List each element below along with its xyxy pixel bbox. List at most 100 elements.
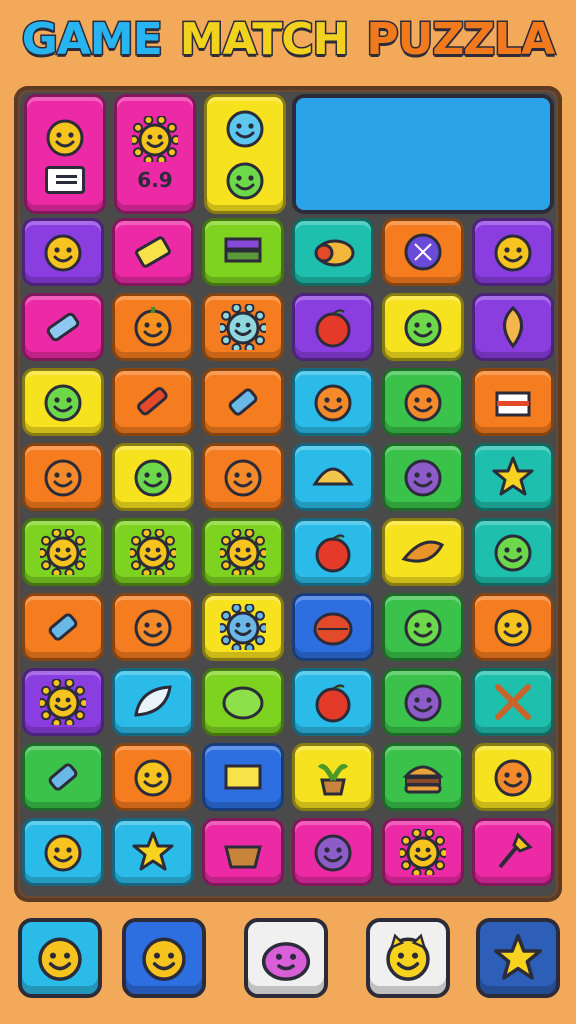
game-tile[interactable]	[202, 668, 284, 736]
ticket-icon	[130, 229, 176, 275]
game-tile[interactable]	[22, 743, 104, 811]
tube-icon	[40, 304, 86, 350]
game-tile[interactable]	[202, 443, 284, 511]
smiley-orange-icon	[40, 454, 86, 500]
cat-smiley-icon	[381, 931, 435, 985]
footer-button-5[interactable]	[476, 918, 560, 998]
game-tile[interactable]	[22, 668, 104, 736]
game-tile[interactable]	[22, 818, 104, 886]
game-tile[interactable]	[112, 368, 194, 436]
game-tile[interactable]	[22, 368, 104, 436]
game-tile[interactable]	[112, 518, 194, 586]
game-tile[interactable]	[22, 518, 104, 586]
smiley-gold-icon	[130, 754, 176, 800]
game-tile[interactable]	[292, 818, 374, 886]
game-tile[interactable]	[112, 743, 194, 811]
crystal-ball-icon	[400, 229, 446, 275]
game-tile[interactable]	[292, 743, 374, 811]
game-title: GAME MATCH PUZZLA	[0, 13, 576, 78]
game-tile[interactable]	[472, 593, 554, 661]
game-tile[interactable]	[292, 668, 374, 736]
game-tile[interactable]	[382, 518, 464, 586]
hud-tile-meter[interactable]: 6.9	[114, 94, 196, 214]
smiley-orange-icon	[400, 379, 446, 425]
game-tile[interactable]	[292, 593, 374, 661]
lemon-icon	[220, 679, 266, 725]
star-icon	[490, 454, 536, 500]
smiley-purple-icon	[400, 454, 446, 500]
game-tile[interactable]	[292, 443, 374, 511]
game-tile[interactable]	[472, 743, 554, 811]
game-tile[interactable]	[202, 593, 284, 661]
game-tile[interactable]	[382, 218, 464, 286]
game-tile[interactable]	[472, 818, 554, 886]
sun-smiley-icon	[40, 679, 86, 725]
footer-button-2[interactable]	[122, 918, 206, 998]
game-tile[interactable]	[472, 293, 554, 361]
game-tile[interactable]	[472, 218, 554, 286]
smiley-orange-icon	[490, 754, 536, 800]
smiley-gold-icon	[490, 229, 536, 275]
game-tile[interactable]	[472, 368, 554, 436]
game-tile[interactable]	[292, 368, 374, 436]
game-tile[interactable]	[202, 368, 284, 436]
footer-bar	[0, 912, 576, 1012]
smiley-gold-icon	[137, 931, 191, 985]
game-tile[interactable]	[292, 518, 374, 586]
game-tile[interactable]	[22, 293, 104, 361]
smiley-orange-icon	[130, 604, 176, 650]
game-tile[interactable]	[202, 518, 284, 586]
game-tile[interactable]	[382, 368, 464, 436]
game-tile[interactable]	[382, 593, 464, 661]
game-tile[interactable]	[202, 818, 284, 886]
smiley-green-icon	[400, 304, 446, 350]
chopsticks-icon	[490, 679, 536, 725]
game-tile[interactable]	[472, 518, 554, 586]
game-tile[interactable]	[22, 443, 104, 511]
game-tile[interactable]	[382, 818, 464, 886]
game-tile[interactable]	[112, 293, 194, 361]
smiley-blue-icon	[222, 105, 268, 151]
hud-tile-menu[interactable]	[24, 94, 106, 214]
list-icon	[45, 166, 85, 194]
game-tile[interactable]	[202, 218, 284, 286]
smiley-green-icon	[40, 379, 86, 425]
taco-icon	[310, 454, 356, 500]
tomato-icon	[310, 604, 356, 650]
smiley-purple-icon	[310, 829, 356, 875]
game-tile[interactable]	[382, 443, 464, 511]
game-tile[interactable]	[112, 668, 194, 736]
game-tile[interactable]	[202, 293, 284, 361]
smiley-gold-icon	[40, 829, 86, 875]
smiley-purple-icon	[400, 679, 446, 725]
game-tile[interactable]	[112, 593, 194, 661]
game-tile[interactable]	[292, 218, 374, 286]
game-tile[interactable]	[112, 818, 194, 886]
burger-icon	[400, 754, 446, 800]
game-tile[interactable]	[22, 593, 104, 661]
sun-smiley-icon	[220, 529, 266, 575]
game-tile[interactable]	[382, 668, 464, 736]
blob-pink-icon	[259, 931, 313, 985]
game-tile[interactable]	[202, 743, 284, 811]
footer-button-4[interactable]	[366, 918, 450, 998]
paint-brush-icon	[490, 829, 536, 875]
croissant-icon	[400, 529, 446, 575]
smiley-green-icon	[222, 157, 268, 203]
game-tile[interactable]	[472, 443, 554, 511]
footer-button-3[interactable]	[244, 918, 328, 998]
title-word-1: GAME	[20, 13, 164, 67]
game-tile[interactable]	[112, 443, 194, 511]
spray-icon	[220, 379, 266, 425]
apple-icon	[310, 304, 356, 350]
feather-icon	[130, 679, 176, 725]
game-tile[interactable]	[382, 743, 464, 811]
footer-button-1[interactable]	[18, 918, 102, 998]
game-tile[interactable]	[22, 218, 104, 286]
basket-icon	[220, 829, 266, 875]
game-tile[interactable]	[112, 218, 194, 286]
game-tile[interactable]	[292, 293, 374, 361]
game-tile[interactable]	[472, 668, 554, 736]
hud-tile-preview[interactable]	[204, 94, 286, 214]
game-tile[interactable]	[382, 293, 464, 361]
